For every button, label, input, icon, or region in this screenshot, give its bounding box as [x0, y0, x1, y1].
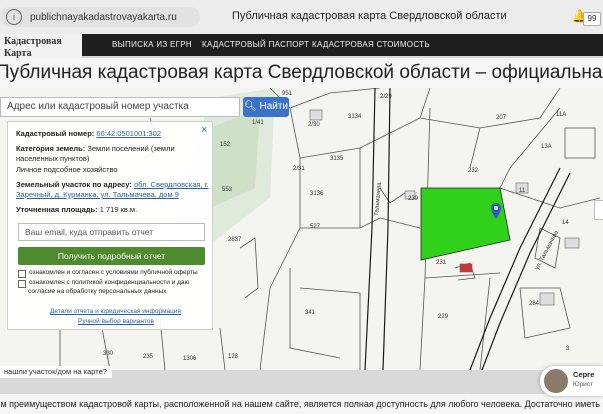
- category-value: Земли поселений (земли: [87, 144, 175, 153]
- address-value-cont[interactable]: Заречный, д. Курманка, ул. Тальмачева, д…: [16, 190, 179, 199]
- parcel-label: 152: [220, 142, 231, 148]
- get-report-button[interactable]: Получить подробный отчет: [18, 247, 205, 265]
- parcel-label: 232: [468, 168, 479, 174]
- building: [309, 109, 323, 121]
- notification-badge[interactable]: 99: [583, 12, 601, 26]
- parcel-label: 527: [310, 224, 321, 230]
- search-button-label: Найти: [259, 101, 289, 112]
- parcel-label: 3136: [310, 191, 324, 197]
- parcel-label: 235: [143, 354, 154, 360]
- privacy-checkbox-line: ознакомлен с политикой конфиденциальност…: [18, 279, 189, 288]
- parcel-label: 11: [519, 188, 526, 194]
- parcel-label: 239: [408, 196, 419, 202]
- privacy-checkbox[interactable]: [18, 280, 26, 288]
- address-url: publichnayakadastrovayakarta.ru: [30, 11, 177, 23]
- email-field[interactable]: Ваш email, куда отправить отчет: [18, 223, 205, 241]
- map-marker-icon[interactable]: [491, 203, 501, 219]
- parcel-label: 128: [228, 354, 239, 360]
- search-button[interactable]: 🔍︎ Найти: [243, 97, 289, 117]
- parcel-label: 207: [496, 115, 507, 121]
- page-tab-title: Публичная кадастровая карта Свердловской…: [232, 10, 507, 22]
- parcel-label: 2/31: [293, 166, 305, 172]
- nav-cadastral-passport[interactable]: КАДАСТРОВЫЙ ПАСПОРТ: [202, 40, 309, 49]
- offer-checkbox-label: ознакомлен и согласен с условиями публич…: [29, 269, 198, 276]
- address-value[interactable]: обл. Свердловская, г.: [134, 180, 209, 189]
- cadastral-number-row: Кадастровый номер: 66:42:0501001:302: [16, 129, 161, 138]
- land-use-value: Личное подсобное хозяйство: [16, 165, 118, 174]
- cadastral-number-value[interactable]: 66:42:0501001:302: [96, 129, 161, 138]
- address-label: Земельный участок по адресу:: [16, 180, 132, 189]
- parcel-label: 1306: [183, 356, 197, 362]
- parcel-label: 14: [562, 220, 569, 226]
- parcel-label: 231: [436, 260, 447, 266]
- page-title: Публичная кадастровая карта Свердловской…: [0, 58, 603, 88]
- parcel-label: 11А: [556, 112, 566, 118]
- category-value-cont: населенных пунктов): [16, 154, 90, 163]
- found-parcel-prompt[interactable]: нашли участок/дом на карте?: [0, 366, 112, 378]
- map-zoom-control[interactable]: [594, 200, 603, 220]
- cadastral-number-label: Кадастровый номер:: [16, 129, 95, 138]
- privacy-checkbox-label: ознакомлен с политикой конфиденциальност…: [29, 279, 190, 286]
- parcel-label: 3134: [348, 114, 362, 120]
- parcel-label: 229: [438, 314, 449, 320]
- chat-agent-role: Юрист: [573, 381, 594, 388]
- legal-info-link[interactable]: Детали отчета и юридическая информация: [50, 308, 181, 315]
- address-bar[interactable]: i publichnayakadastrovayakarta.ru: [0, 7, 200, 27]
- offer-checkbox-row[interactable]: ознакомлен и согласен с условиями публич…: [18, 269, 198, 278]
- search-icon: 🔍︎: [243, 101, 257, 112]
- parcel-label: 553: [222, 187, 233, 193]
- parcel-info-panel: × Кадастровый номер: 66:42:0501001:302 К…: [7, 121, 213, 330]
- privacy-checkbox-row[interactable]: ознакомлен с политикой конфиденциальност…: [18, 279, 189, 296]
- address-row: Земельный участок по адресу: обл. Свердл…: [16, 180, 209, 189]
- parcel-label: 3135: [330, 156, 344, 162]
- building-red: [459, 263, 473, 273]
- building: [539, 292, 555, 306]
- page-title-text: Публичная кадастровая карта Свердловской…: [0, 62, 603, 83]
- area-row: Уточненная площадь: 1 719 кв.м.: [16, 205, 137, 214]
- article-text: ым преимуществом кадастровой карты, расп…: [0, 394, 603, 414]
- site-logo[interactable]: Кадастровая Карта: [0, 34, 82, 60]
- article-text-content: ым преимуществом кадастровой карты, расп…: [0, 399, 603, 409]
- parcel-label: 2/29: [380, 94, 392, 100]
- area-label: Уточненная площадь:: [16, 205, 98, 214]
- building: [564, 237, 580, 249]
- close-icon[interactable]: ×: [201, 124, 207, 136]
- parcel-label: 341: [305, 310, 316, 316]
- parcel-label: 13А: [541, 144, 552, 150]
- privacy-checkbox-label-cont: согласие на обработку персональных данны…: [28, 288, 167, 295]
- site-info-icon[interactable]: i: [6, 9, 22, 25]
- area-value: 1 719 кв.м.: [99, 205, 138, 214]
- search-input[interactable]: Адрес или кадастровый номер участка: [0, 97, 240, 117]
- avatar: [544, 369, 568, 393]
- browser-toolbar: i publichnayakadastrovayakarta.ru Публич…: [0, 0, 603, 35]
- parcel-label: 2/30: [308, 122, 320, 128]
- street-label: Тальмачева: [374, 182, 383, 217]
- offer-checkbox[interactable]: [18, 270, 26, 278]
- chat-widget[interactable]: Серге Юрист: [540, 366, 603, 396]
- manual-selection-link[interactable]: Ручной выбор вариантов: [78, 318, 154, 325]
- selected-parcel[interactable]: [420, 187, 511, 261]
- top-navigation: ВЫПИСКА ИЗ ЕГРН КАДАСТРОВЫЙ ПАСПОРТ КАДА…: [82, 34, 603, 56]
- nav-egrn-extract[interactable]: ВЫПИСКА ИЗ ЕГРН: [112, 40, 192, 49]
- chat-agent-name: Серге: [573, 370, 595, 379]
- category-row: Категория земель: Земли поселений (земли: [16, 144, 175, 153]
- parcel-label: 330: [103, 351, 114, 357]
- parcel-label: 284: [529, 301, 540, 307]
- parcel-label: 1/41: [252, 120, 264, 126]
- category-label: Категория земель:: [16, 144, 86, 153]
- parcel-label: 2837: [228, 237, 242, 243]
- parcel-label: 3: [566, 346, 570, 352]
- nav-cadastral-value[interactable]: КАДАСТРОВАЯ СТОИМОСТЬ: [312, 40, 430, 49]
